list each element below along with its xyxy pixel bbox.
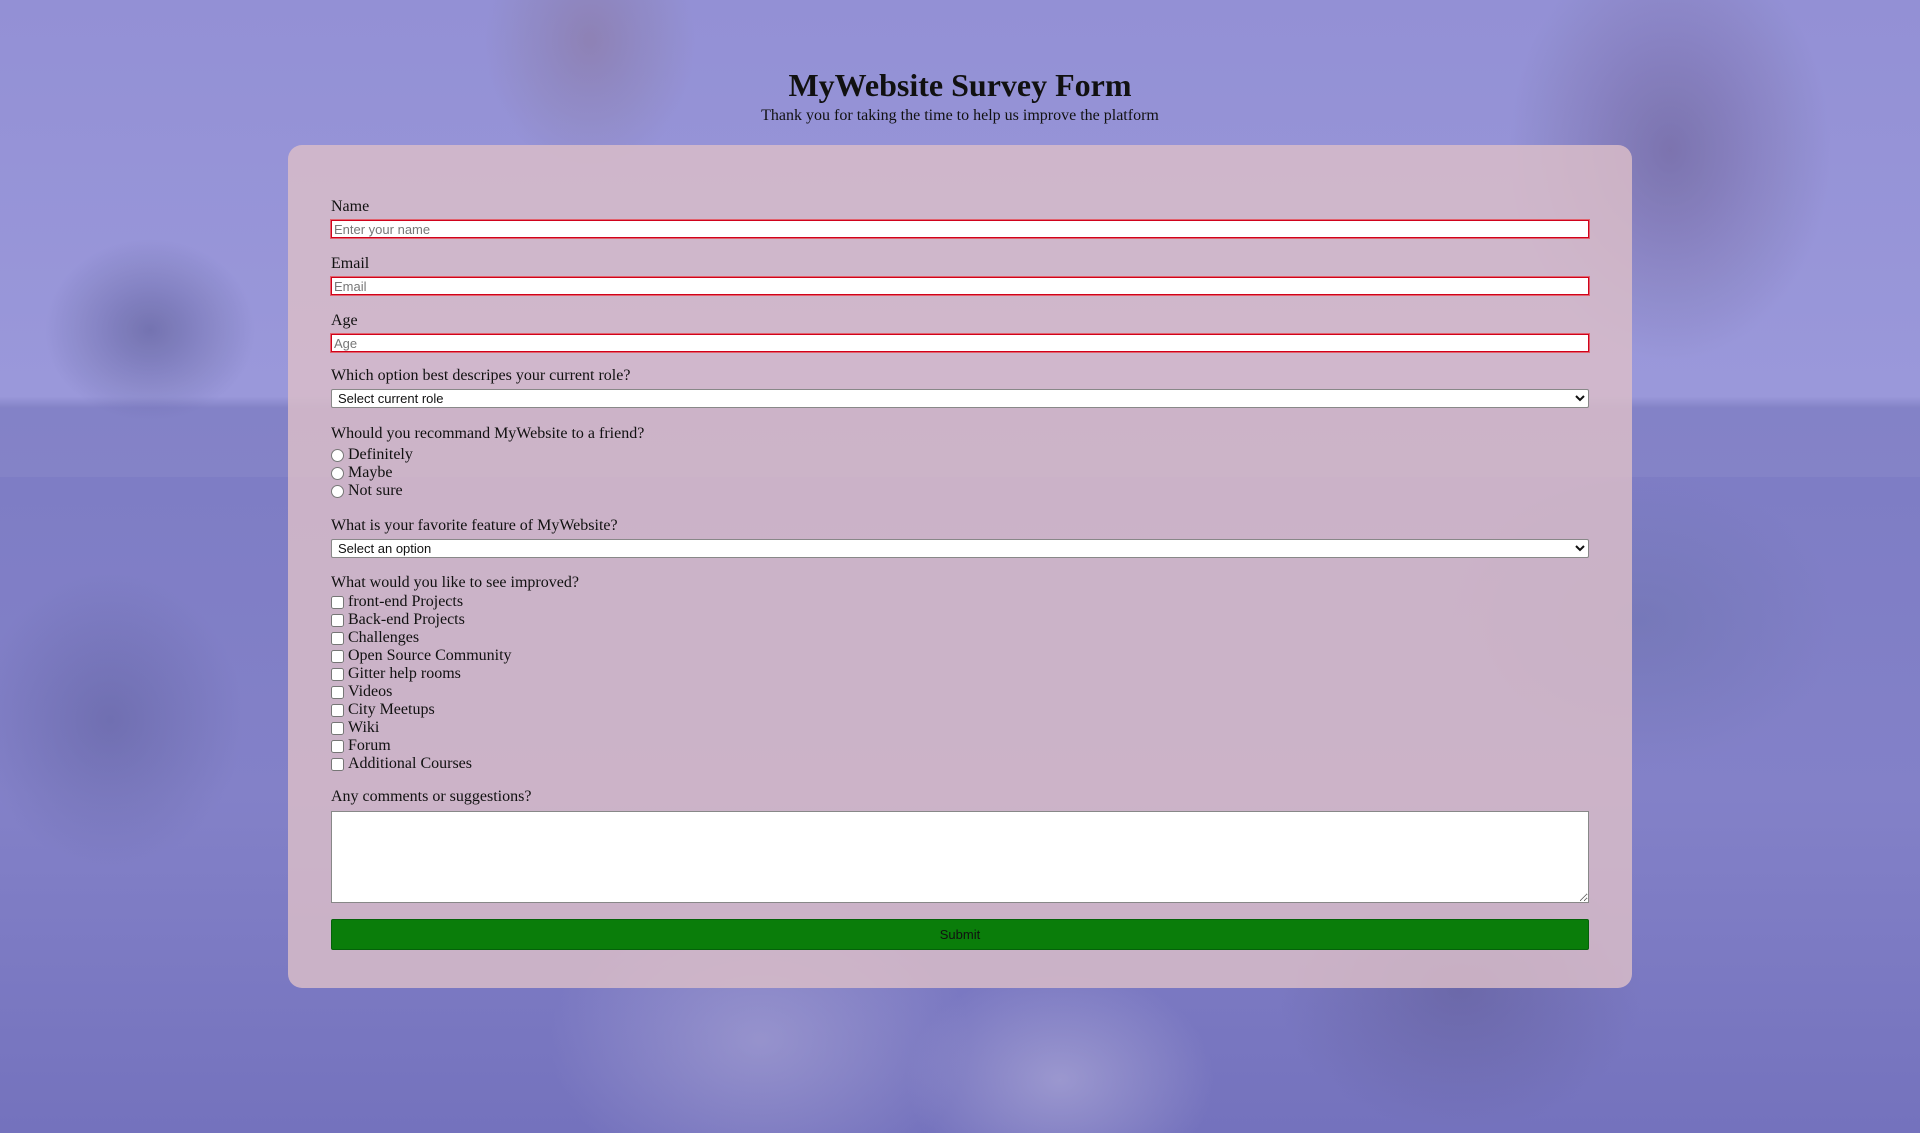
comments-label: Any comments or suggestions? — [331, 788, 532, 805]
improvement-option[interactable]: Wiki — [331, 719, 1589, 737]
improvement-checkbox[interactable] — [331, 595, 344, 609]
improvement-option[interactable]: Forum — [331, 737, 1589, 755]
improvement-option-label: Challenges — [348, 629, 420, 646]
improvements-label: What would you like to see improved? — [331, 574, 579, 591]
improvement-option-label: Videos — [348, 683, 393, 700]
improvement-option-label: front-end Projects — [348, 593, 464, 610]
improvement-checkbox[interactable] — [331, 649, 344, 663]
recommend-group: Whould you recommand MyWebsite to a frie… — [331, 424, 1589, 500]
feature-select[interactable]: Select an option — [331, 539, 1589, 558]
recommend-radio[interactable] — [331, 484, 344, 498]
page-description: Thank you for taking the time to help us… — [761, 107, 1159, 124]
improvement-checkbox[interactable] — [331, 613, 344, 627]
email-label: Email — [331, 255, 370, 272]
improvement-option-label: Open Source Community — [348, 647, 512, 664]
email-input[interactable] — [330, 276, 1590, 296]
recommend-options: Definitely Maybe Not sure — [331, 446, 1589, 500]
name-label: Name — [331, 198, 370, 215]
improvement-option-label: Gitter help rooms — [348, 665, 461, 682]
age-label: Age — [331, 312, 358, 329]
improvement-option-label: Additional Courses — [348, 755, 472, 772]
role-label: Which option best descripes your current… — [331, 367, 631, 384]
name-input[interactable] — [330, 219, 1590, 239]
recommend-radio[interactable] — [331, 448, 344, 462]
improvement-checkbox[interactable] — [331, 703, 344, 717]
recommend-option[interactable]: Definitely — [331, 446, 1589, 464]
improvement-option[interactable]: City Meetups — [331, 701, 1589, 719]
recommend-option-label: Definitely — [348, 446, 413, 463]
improvement-checkbox[interactable] — [331, 631, 344, 645]
submit-button[interactable]: Submit — [331, 919, 1589, 950]
improvement-option-label: City Meetups — [348, 701, 435, 718]
form-body: Name Email Age Which option best descrip… — [330, 197, 1590, 950]
improvement-option-label: Back-end Projects — [348, 611, 465, 628]
recommend-label: Whould you recommand MyWebsite to a frie… — [331, 425, 645, 442]
recommend-option[interactable]: Maybe — [331, 464, 1589, 482]
recommend-option-label: Maybe — [348, 464, 393, 481]
improvement-option[interactable]: Open Source Community — [331, 647, 1589, 665]
improvement-option[interactable]: Additional Courses — [331, 755, 1589, 773]
improvement-checkbox[interactable] — [331, 739, 344, 753]
page-title: MyWebsite Survey Form — [788, 67, 1132, 103]
improvement-checkbox[interactable] — [331, 685, 344, 699]
page-header: MyWebsite Survey Form Thank you for taki… — [0, 66, 1920, 126]
improvement-option[interactable]: Back-end Projects — [331, 611, 1589, 629]
improvement-checkbox[interactable] — [331, 757, 344, 771]
recommend-radio[interactable] — [331, 466, 344, 480]
improvement-option-label: Wiki — [348, 719, 380, 736]
improvement-option-label: Forum — [348, 737, 391, 754]
improvement-option[interactable]: Gitter help rooms — [331, 665, 1589, 683]
improvement-option[interactable]: Challenges — [331, 629, 1589, 647]
age-input[interactable] — [330, 333, 1590, 353]
improvements-group: What would you like to see improved? fro… — [331, 573, 1589, 773]
role-select[interactable]: Select current role — [331, 389, 1589, 408]
survey-form: Name Email Age Which option best descrip… — [288, 145, 1632, 988]
improvement-option[interactable]: front-end Projects — [331, 593, 1589, 611]
recommend-option[interactable]: Not sure — [331, 482, 1589, 500]
improvement-options: front-end Projects Back-end Projects Chall… — [331, 593, 1589, 773]
feature-label: What is your favorite feature of MyWebsi… — [331, 517, 618, 534]
improvement-checkbox[interactable] — [331, 667, 344, 681]
comments-textarea[interactable] — [331, 811, 1589, 903]
improvement-checkbox[interactable] — [331, 721, 344, 735]
recommend-option-label: Not sure — [348, 482, 403, 499]
improvement-option[interactable]: Videos — [331, 683, 1589, 701]
